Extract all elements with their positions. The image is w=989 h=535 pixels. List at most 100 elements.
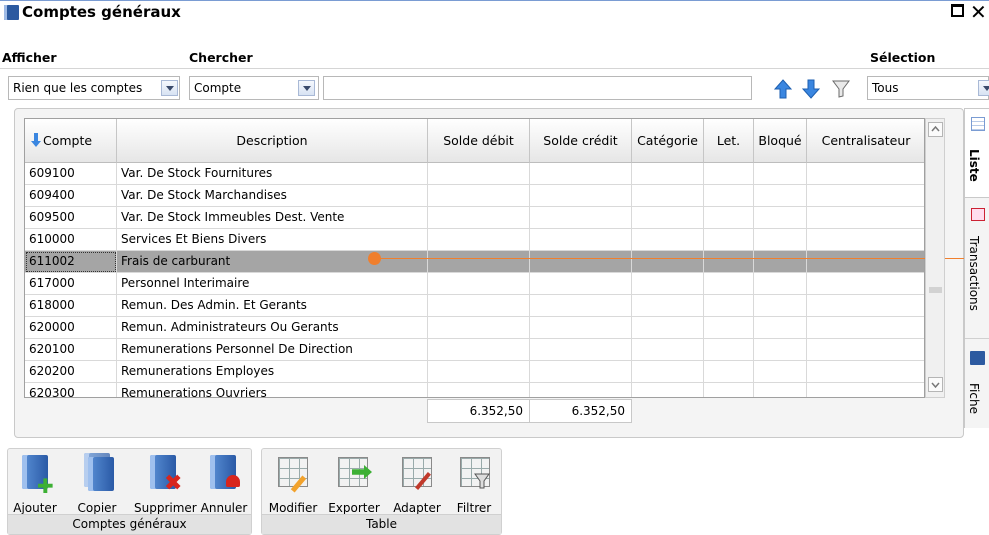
- cell-empty: [632, 295, 704, 317]
- cell-empty: [428, 273, 530, 295]
- maximize-button[interactable]: [951, 4, 964, 17]
- cell-empty: [530, 185, 632, 207]
- cell-empty: [704, 229, 754, 251]
- cell-empty: [807, 163, 924, 185]
- filter-icon: [474, 473, 490, 489]
- scroll-down-button[interactable]: [928, 377, 943, 392]
- afficher-select[interactable]: Rien que les comptes: [8, 76, 180, 100]
- button-label: Supprimer: [134, 501, 197, 515]
- table-row[interactable]: 609400 Var. De Stock Marchandises: [25, 185, 924, 207]
- undo-arrow-icon: [226, 475, 240, 487]
- column-label: Description: [236, 133, 308, 148]
- cell-empty: [530, 207, 632, 229]
- cell-empty: [704, 207, 754, 229]
- chercher-select[interactable]: Compte: [189, 76, 319, 100]
- arrow-down-icon[interactable]: [802, 79, 820, 99]
- cell-compte: 609400: [25, 185, 117, 207]
- cell-empty: [704, 383, 754, 397]
- column-label: Let.: [716, 133, 741, 148]
- filter-icon[interactable]: [832, 80, 850, 98]
- column-header-solde-debit[interactable]: Solde débit: [428, 119, 530, 163]
- cell-empty: [428, 339, 530, 361]
- cell-empty: [530, 383, 632, 397]
- column-header-description[interactable]: Description: [117, 119, 428, 163]
- close-button[interactable]: ✕: [970, 0, 987, 24]
- cell-empty: [807, 361, 924, 383]
- column-header-bloque[interactable]: Bloqué: [754, 119, 807, 163]
- table-row[interactable]: 618000 Remun. Des Admin. Et Gerants: [25, 295, 924, 317]
- cell-description: Var. De Stock Marchandises: [117, 185, 428, 207]
- table-row[interactable]: 610000 Services Et Biens Divers: [25, 229, 924, 251]
- cell-empty: [632, 207, 704, 229]
- copier-button[interactable]: Copier: [72, 449, 122, 519]
- table-row[interactable]: 609100 Var. De Stock Fournitures: [25, 163, 924, 185]
- cell-empty: [754, 207, 807, 229]
- cell-empty: [428, 295, 530, 317]
- cell-empty: [807, 273, 924, 295]
- cell-empty: [428, 185, 530, 207]
- toolbar-group-comptes: ✚ Ajouter Copier ✖ Supprimer Annuler Com…: [7, 448, 252, 535]
- cell-empty: [807, 207, 924, 229]
- toolbar-group-table: Modifier Exporter Adapter Filtrer Table: [261, 448, 502, 535]
- scroll-up-button[interactable]: [928, 122, 943, 137]
- cell-empty: [428, 317, 530, 339]
- column-label: Bloqué: [758, 133, 802, 148]
- plus-icon: ✚: [37, 474, 54, 498]
- afficher-value: Rien que les comptes: [13, 81, 143, 95]
- exporter-button[interactable]: Exporter: [324, 449, 384, 519]
- cell-empty: [530, 317, 632, 339]
- table-row[interactable]: 620000 Remun. Administrateurs Ou Gerants: [25, 317, 924, 339]
- column-header-let[interactable]: Let.: [704, 119, 754, 163]
- selection-select[interactable]: Tous: [867, 76, 989, 100]
- tab-transactions[interactable]: Transactions: [965, 200, 989, 334]
- book-icon: [4, 5, 19, 20]
- cell-empty: [754, 163, 807, 185]
- cell-empty: [530, 339, 632, 361]
- column-header-centralisateur[interactable]: Centralisateur: [807, 119, 924, 163]
- search-input[interactable]: [323, 76, 752, 100]
- cell-empty: [632, 339, 704, 361]
- group-caption: Table: [262, 514, 501, 534]
- column-header-compte[interactable]: Compte: [25, 119, 117, 163]
- filtrer-button[interactable]: Filtrer: [448, 449, 500, 519]
- chevron-down-icon[interactable]: [298, 80, 315, 96]
- cell-compte: 611002: [25, 251, 117, 273]
- modifier-button[interactable]: Modifier: [264, 449, 322, 519]
- cell-empty: [754, 317, 807, 339]
- table-row[interactable]: 620100 Remunerations Personnel De Directi…: [25, 339, 924, 361]
- column-header-solde-credit[interactable]: Solde crédit: [530, 119, 632, 163]
- cell-compte: 620300: [25, 383, 117, 397]
- chevron-down-icon[interactable]: [161, 80, 178, 96]
- arrow-up-icon[interactable]: [774, 79, 792, 99]
- selection-value: Tous: [872, 81, 899, 95]
- tab-liste[interactable]: Liste: [965, 108, 989, 198]
- column-label: Catégorie: [637, 133, 698, 148]
- vertical-scrollbar[interactable]: [925, 118, 945, 398]
- ajouter-button[interactable]: ✚ Ajouter: [10, 449, 60, 519]
- cell-compte: 609500: [25, 207, 117, 229]
- cell-empty: [428, 383, 530, 397]
- table-row[interactable]: 609500 Var. De Stock Immeubles Dest. Vent…: [25, 207, 924, 229]
- annuler-button[interactable]: Annuler: [198, 449, 250, 519]
- cell-description: Personnel Interimaire: [117, 273, 428, 295]
- group-caption: Comptes généraux: [8, 514, 251, 534]
- chevron-down-icon[interactable]: [978, 80, 989, 96]
- cell-empty: [428, 251, 530, 273]
- table-row[interactable]: 620200 Remunerations Employes: [25, 361, 924, 383]
- cell-compte: 620000: [25, 317, 117, 339]
- cell-empty: [704, 251, 754, 273]
- adapter-button[interactable]: Adapter: [388, 449, 446, 519]
- table-row[interactable]: 620300 Remunerations Ouvriers: [25, 383, 924, 397]
- column-header-categorie[interactable]: Catégorie: [632, 119, 704, 163]
- tab-fiche[interactable]: Fiche: [965, 338, 989, 428]
- cell-empty: [704, 339, 754, 361]
- tab-liste-label: Liste: [967, 149, 981, 182]
- supprimer-button[interactable]: ✖ Supprimer: [134, 449, 197, 519]
- cell-empty: [632, 361, 704, 383]
- cell-description: Remunerations Personnel De Direction: [117, 339, 428, 361]
- table-row[interactable]: 611002 Frais de carburant: [25, 251, 924, 273]
- cell-empty: [754, 295, 807, 317]
- table-row[interactable]: 617000 Personnel Interimaire: [25, 273, 924, 295]
- button-label: Modifier: [268, 501, 318, 515]
- scroll-thumb[interactable]: [929, 287, 942, 293]
